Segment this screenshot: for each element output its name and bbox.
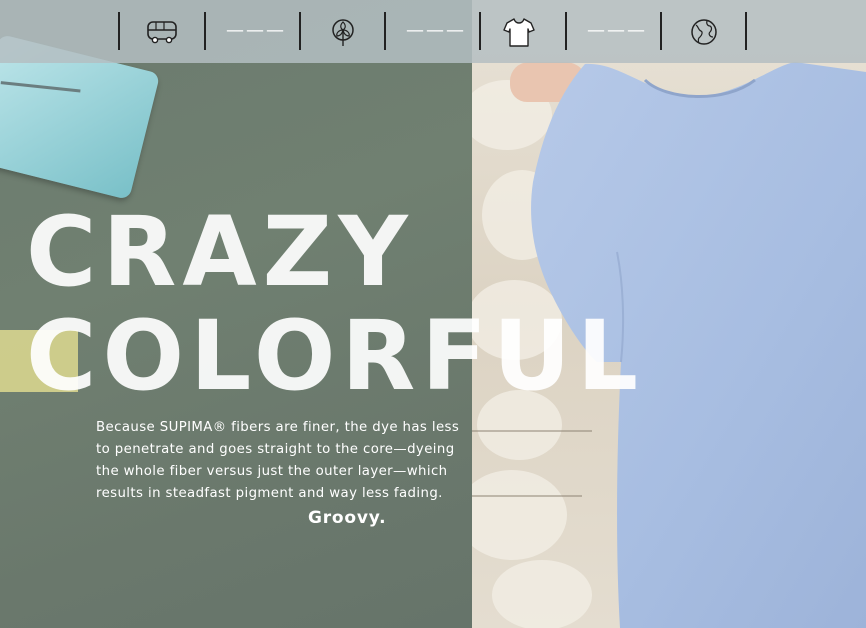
tagline: Groovy.	[308, 508, 387, 528]
cotton-plant-icon	[332, 19, 354, 46]
separator	[299, 12, 301, 50]
dash-divider: ———	[406, 20, 466, 41]
tshirt-icon	[503, 18, 535, 47]
body-paragraph: Because SUPIMA® fibers are finer, the dy…	[96, 420, 460, 501]
dash-divider: ———	[226, 20, 286, 41]
top-icon-bar: ——— ——— ———	[0, 0, 866, 63]
separator	[660, 12, 662, 50]
dash-divider: ———	[587, 20, 647, 41]
separator	[745, 12, 747, 50]
globe-icon	[691, 19, 717, 45]
bus-icon	[147, 21, 177, 44]
separator	[479, 12, 481, 50]
headline-line-1: CRAZY	[26, 196, 414, 308]
separator	[384, 12, 386, 50]
separator	[118, 12, 120, 50]
headline-line-2: COLORFUL	[26, 300, 645, 412]
separator	[565, 12, 567, 50]
separator	[204, 12, 206, 50]
